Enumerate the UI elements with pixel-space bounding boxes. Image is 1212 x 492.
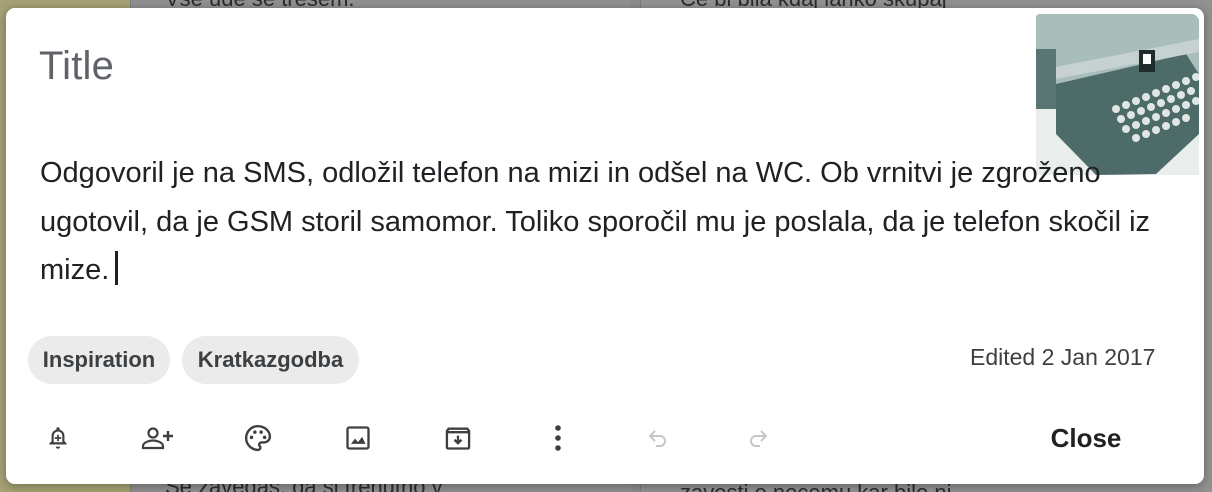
label-chip-kratkazgodba[interactable]: Kratkazgodba	[182, 336, 359, 384]
note-body-text: Odgovoril je na SMS, odložil telefon na …	[40, 157, 1151, 286]
background-options-button[interactable]	[238, 418, 278, 458]
label-chip-inspiration[interactable]: Inspiration	[28, 336, 170, 384]
collaborator-button[interactable]	[138, 418, 178, 458]
undo-icon	[648, 430, 666, 447]
undo-button[interactable]	[638, 418, 678, 458]
label-chip-text: Kratkazgodba	[197, 347, 344, 372]
palette-icon	[245, 424, 272, 452]
note-editor-dialog: Title Odgovoril je na SMS, odložil telef…	[6, 8, 1204, 484]
edited-timestamp: Edited 2 Jan 2017	[970, 344, 1156, 370]
collaborator-icon	[141, 427, 173, 450]
add-image-button[interactable]	[338, 418, 378, 458]
title-input[interactable]: Title	[39, 44, 114, 89]
archive-button[interactable]	[438, 418, 478, 458]
remind-me-button[interactable]	[38, 418, 78, 458]
more-options-button[interactable]	[538, 418, 578, 458]
add-reminder-icon	[49, 427, 67, 449]
note-body[interactable]: Odgovoril je na SMS, odložil telefon na …	[40, 149, 1180, 295]
label-chip-text: Inspiration	[42, 347, 156, 372]
more-vert-icon	[555, 425, 561, 451]
image-icon	[346, 426, 370, 450]
text-caret	[115, 251, 118, 285]
redo-icon	[750, 430, 768, 447]
archive-icon	[445, 427, 471, 450]
redo-button[interactable]	[738, 418, 778, 458]
close-button[interactable]: Close	[1026, 416, 1146, 460]
